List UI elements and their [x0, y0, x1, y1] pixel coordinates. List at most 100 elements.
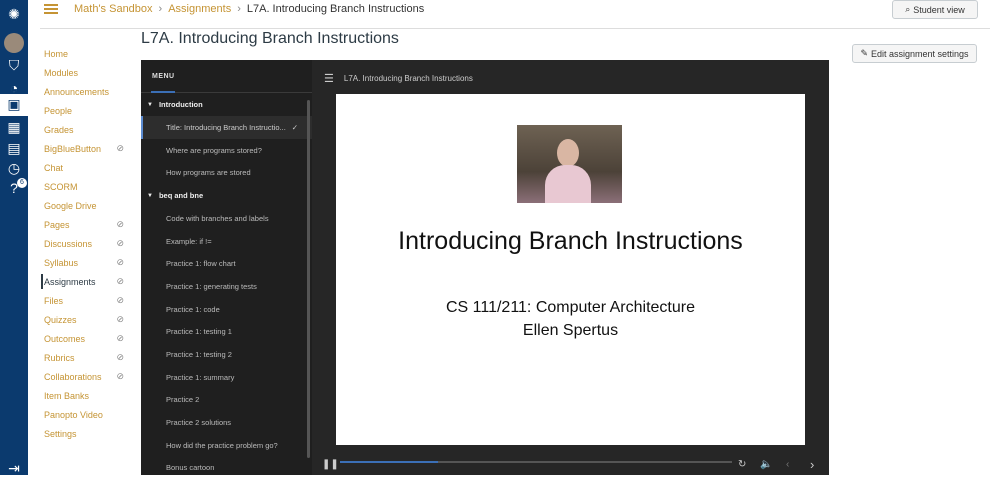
outline-section[interactable]: ▼ beq and bne [141, 184, 312, 207]
course-nav-rubrics[interactable]: Rubrics ⊘ [44, 348, 124, 367]
check-icon: ✓ [291, 122, 298, 132]
account-avatar[interactable] [4, 33, 24, 53]
course-nav-chat[interactable]: Chat [44, 158, 124, 177]
course-nav-label: SCORM [44, 181, 78, 192]
course-nav-label: Grades [44, 124, 74, 135]
course-nav-bigbluebutton[interactable]: BigBlueButton ⊘ [44, 139, 124, 158]
course-nav-syllabus[interactable]: Syllabus ⊘ [44, 253, 124, 272]
menu-tab[interactable]: MENU [141, 60, 312, 93]
outline-item[interactable]: Practice 2 [141, 389, 312, 412]
outline-item[interactable]: Practice 1: code [141, 298, 312, 321]
slide-course: CS 111/211: Computer Architecture [445, 299, 695, 316]
outline-item[interactable]: Code with branches and labels [141, 207, 312, 230]
course-nav-collaborations[interactable]: Collaborations ⊘ [44, 367, 124, 386]
eye-slash-icon: ⊘ [116, 314, 124, 324]
pause-icon[interactable]: ❚❚ [322, 459, 339, 470]
outline: ▼ Introduction Title: Introducing Branch I… [141, 93, 312, 479]
course-menu-toggle-icon[interactable] [44, 4, 58, 14]
breadcrumb-course[interactable]: Math's Sandbox [74, 3, 153, 15]
university-logo-icon[interactable]: ✺ [4, 4, 24, 24]
outline-item[interactable]: Practice 2 solutions [141, 411, 312, 434]
eye-slash-icon: ⊘ [116, 257, 124, 267]
menu-scrollbar[interactable] [307, 100, 310, 458]
course-nav-label: Chat [44, 162, 64, 173]
next-slide-icon[interactable]: › [810, 457, 814, 472]
player-title: L7A. Introducing Branch Instructions [343, 74, 473, 83]
course-nav-label: Announcements [44, 86, 110, 97]
edit-assignment-settings-button[interactable]: ✎ Edit assignment settings [852, 44, 977, 63]
previous-slide-icon[interactable]: ‹ [786, 459, 789, 470]
outline-item[interactable]: How programs are stored [141, 161, 312, 184]
student-view-button[interactable]: ⌕ Student view [892, 0, 978, 19]
course-nav-item-banks[interactable]: Item Banks [44, 386, 124, 405]
course-nav-grades[interactable]: Grades [44, 120, 124, 139]
outline-item[interactable]: Practice 1: testing 2 [141, 343, 312, 366]
breadcrumb-assignments[interactable]: Assignments [168, 3, 231, 15]
course-nav-label: Pages [44, 219, 70, 230]
outline-item[interactable]: Practice 1: summary [141, 366, 312, 389]
inbox-icon[interactable]: ▤ [4, 138, 24, 158]
item-label: Practice 1: testing 2 [166, 350, 232, 360]
course-nav-outcomes[interactable]: Outcomes ⊘ [44, 329, 124, 348]
outline-item[interactable]: Where are programs stored? [141, 139, 312, 162]
course-nav: Home Modules Announcements People Grades BigB… [41, 44, 124, 443]
global-nav: ✺ ⛉ ◔ ▣ ▦ ▤ ◷ ? 6 ⇥ [0, 0, 28, 478]
course-nav-pages[interactable]: Pages ⊘ [44, 215, 124, 234]
progress-fill [340, 461, 438, 463]
hamburger-icon[interactable]: ☰ [324, 72, 334, 85]
course-nav-quizzes[interactable]: Quizzes ⊘ [44, 310, 124, 329]
section-label: beq and bne [158, 191, 204, 201]
course-nav-assignments[interactable]: Assignments ⊘ [41, 272, 124, 291]
course-nav-label: Outcomes [44, 333, 86, 344]
outline-item[interactable]: Example: if != [141, 230, 312, 253]
course-nav-scorm[interactable]: SCORM [44, 177, 124, 196]
course-nav-announcements[interactable]: Announcements [44, 82, 124, 101]
volume-icon[interactable]: 🔈 [760, 459, 772, 470]
course-nav-label: People [44, 105, 73, 116]
eye-slash-icon: ⊘ [116, 333, 124, 343]
course-nav-settings[interactable]: Settings [44, 424, 124, 443]
player-menu: MENU ▼ Introduction Title: Introducing Bra… [141, 60, 312, 475]
eye-slash-icon: ⊘ [116, 143, 124, 153]
outline-item[interactable]: Practice 1: generating tests [141, 275, 312, 298]
calendar-icon[interactable]: ▦ [4, 117, 24, 137]
slide-author: Ellen Spertus [522, 322, 619, 339]
player-controls: ❚❚ ↻ 🔈 ‹ › [141, 453, 829, 475]
item-label: Example: if != [166, 236, 212, 246]
course-nav-label: Assignments [44, 276, 96, 287]
course-nav-label: Google Drive [44, 200, 97, 211]
course-nav-modules[interactable]: Modules [44, 63, 124, 82]
course-nav-label: Collaborations [44, 371, 102, 382]
history-icon[interactable]: ◷ [4, 158, 24, 178]
eye-slash-icon: ⊘ [116, 352, 124, 362]
course-nav-google-drive[interactable]: Google Drive [44, 196, 124, 215]
course-nav-people[interactable]: People [44, 101, 124, 120]
courses-icon[interactable]: ▣ [0, 94, 28, 116]
replay-icon[interactable]: ↻ [738, 459, 746, 470]
eye-slash-icon: ⊘ [116, 295, 124, 305]
course-nav-home[interactable]: Home [44, 44, 124, 63]
collapse-nav-icon[interactable]: ⇥ [4, 458, 24, 478]
outline-section[interactable]: ▼ Introduction [141, 93, 312, 116]
item-label: Where are programs stored? [166, 145, 262, 155]
admin-icon[interactable]: ⛉ [4, 55, 24, 75]
outline-item[interactable]: Practice 1: testing 1 [141, 321, 312, 344]
breadcrumb-separator: › [237, 3, 241, 15]
header-divider [40, 28, 990, 29]
breadcrumb-separator: › [158, 3, 163, 15]
course-nav-discussions[interactable]: Discussions ⊘ [44, 234, 124, 253]
outline-item[interactable]: Title: Introducing Branch Instructio... ✓ [141, 116, 312, 139]
item-label: Practice 1: code [166, 304, 220, 314]
course-nav-label: Discussions [44, 238, 93, 249]
item-label: How did the practice problem go? [166, 440, 278, 450]
course-nav-label: BigBlueButton [44, 143, 102, 154]
breadcrumb-current: L7A. Introducing Branch Instructions [246, 3, 425, 15]
section-label: Introduction [158, 100, 203, 109]
progress-bar[interactable] [340, 461, 732, 463]
help-badge: 6 [17, 178, 27, 188]
item-label: Practice 1: flow chart [166, 259, 236, 269]
outline-item[interactable]: Practice 1: flow chart [141, 252, 312, 275]
course-nav-files[interactable]: Files ⊘ [44, 291, 124, 310]
slide: Introducing Branch Instructions CS 111/2… [336, 94, 805, 445]
course-nav-panopto-video[interactable]: Panopto Video [44, 405, 124, 424]
